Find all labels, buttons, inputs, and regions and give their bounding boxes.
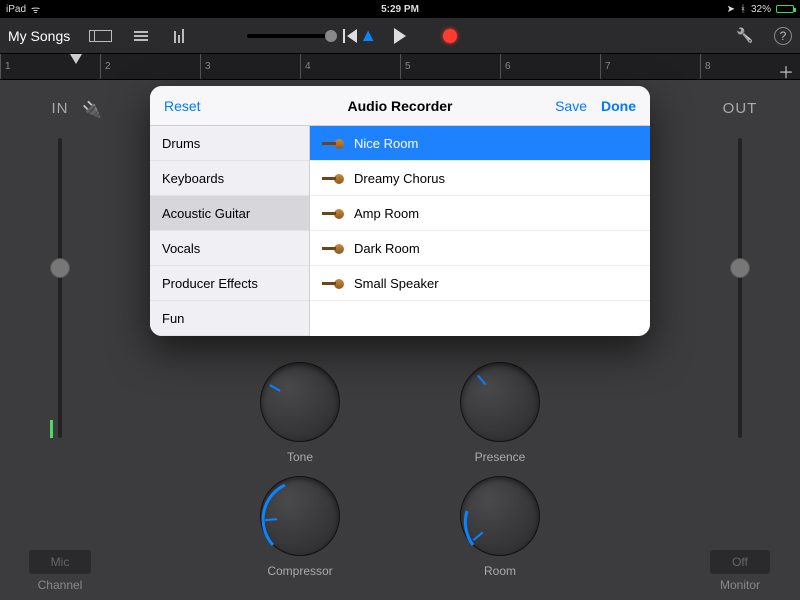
preset-item[interactable]: Nice Room xyxy=(310,126,650,161)
category-item[interactable]: Producer Effects xyxy=(150,266,309,301)
guitar-icon xyxy=(322,239,344,257)
category-item[interactable]: Fun xyxy=(150,301,309,336)
list-view-button[interactable] xyxy=(128,25,154,47)
ruler-tick: 6 xyxy=(500,54,600,79)
rewind-button[interactable] xyxy=(337,25,363,47)
tracks-icon xyxy=(94,30,112,42)
reset-button[interactable]: Reset xyxy=(164,98,201,114)
input-meter xyxy=(50,420,53,438)
volume-slider[interactable] xyxy=(247,34,337,38)
monitor-off-button[interactable]: Off xyxy=(710,550,770,574)
mixer-button[interactable] xyxy=(166,25,192,47)
ruler-tick: 1 xyxy=(0,54,100,79)
preset-list: Nice Room Dreamy Chorus Amp Room Dark Ro… xyxy=(310,126,650,336)
tone-knob[interactable] xyxy=(260,362,340,442)
status-bar: iPad ᯤ 5:29 PM ➤ ᚼ 32% xyxy=(0,0,800,18)
ruler-tick: 2 xyxy=(100,54,200,79)
save-button[interactable]: Save xyxy=(555,98,587,114)
play-button[interactable] xyxy=(387,25,413,47)
wifi-icon: ᯤ xyxy=(31,2,40,16)
output-fader-knob[interactable] xyxy=(730,258,750,278)
toolbar: My Songs ▲ ? xyxy=(0,18,800,54)
category-item[interactable]: Vocals xyxy=(150,231,309,266)
volume-knob[interactable] xyxy=(325,30,337,42)
device-label: iPad xyxy=(6,4,26,15)
ruler-tick: 5 xyxy=(400,54,500,79)
output-label: OUT xyxy=(723,100,758,117)
guitar-icon xyxy=(322,204,344,222)
mic-button[interactable]: Mic xyxy=(29,550,92,574)
record-button[interactable] xyxy=(437,25,463,47)
back-button[interactable]: My Songs xyxy=(8,28,70,44)
output-column: OUT Off Monitor xyxy=(680,80,800,600)
popover-header: Reset Audio Recorder Save Done xyxy=(150,86,650,126)
category-item[interactable]: Acoustic Guitar xyxy=(150,196,309,231)
preset-popover: Reset Audio Recorder Save Done Drums Key… xyxy=(150,86,650,336)
playhead-icon[interactable] xyxy=(70,54,82,64)
popover-title: Audio Recorder xyxy=(347,98,452,114)
clock: 5:29 PM xyxy=(381,4,419,15)
tone-label: Tone xyxy=(287,450,313,464)
room-knob[interactable] xyxy=(460,476,540,556)
settings-button[interactable] xyxy=(732,25,758,47)
guitar-icon xyxy=(322,134,344,152)
preset-item[interactable]: Dark Room xyxy=(310,231,650,266)
output-fader[interactable] xyxy=(738,138,742,438)
presence-label: Presence xyxy=(475,450,526,464)
mixer-icon xyxy=(174,29,184,43)
record-icon xyxy=(443,29,457,43)
presence-knob[interactable] xyxy=(460,362,540,442)
input-fader[interactable] xyxy=(58,138,62,438)
category-item[interactable]: Keyboards xyxy=(150,161,309,196)
input-column: IN 🔌 Mic Channel xyxy=(0,80,120,600)
category-item[interactable]: Drums xyxy=(150,126,309,161)
preset-item[interactable]: Small Speaker xyxy=(310,266,650,301)
list-icon xyxy=(134,31,148,41)
compressor-knob[interactable] xyxy=(260,476,340,556)
bluetooth-icon: ᚼ xyxy=(740,4,746,15)
ruler-tick: 3 xyxy=(200,54,300,79)
timeline-ruler[interactable]: 1 2 3 4 5 6 7 8 ＋ xyxy=(0,54,800,80)
category-list: Drums Keyboards Acoustic Guitar Vocals P… xyxy=(150,126,310,336)
preset-item[interactable]: Dreamy Chorus xyxy=(310,161,650,196)
room-label: Room xyxy=(484,564,516,578)
rewind-icon xyxy=(343,29,357,43)
tracks-view-button[interactable] xyxy=(90,25,116,47)
compressor-label: Compressor xyxy=(267,564,332,578)
battery-percent: 32% xyxy=(751,4,771,15)
wrench-icon xyxy=(736,27,753,45)
location-icon: ➤ xyxy=(727,4,735,15)
help-button[interactable]: ? xyxy=(774,27,792,45)
plug-icon: 🔌 xyxy=(82,100,102,120)
input-fader-knob[interactable] xyxy=(50,258,70,278)
guitar-icon xyxy=(322,274,344,292)
ruler-tick: 4 xyxy=(300,54,400,79)
guitar-icon xyxy=(322,169,344,187)
input-label: IN xyxy=(52,100,69,117)
channel-label: Channel xyxy=(0,578,120,592)
preset-item[interactable]: Amp Room xyxy=(310,196,650,231)
done-button[interactable]: Done xyxy=(601,98,636,114)
battery-icon xyxy=(776,5,794,13)
play-icon xyxy=(394,28,406,44)
monitor-label: Monitor xyxy=(680,578,800,592)
ruler-tick: 7 xyxy=(600,54,700,79)
